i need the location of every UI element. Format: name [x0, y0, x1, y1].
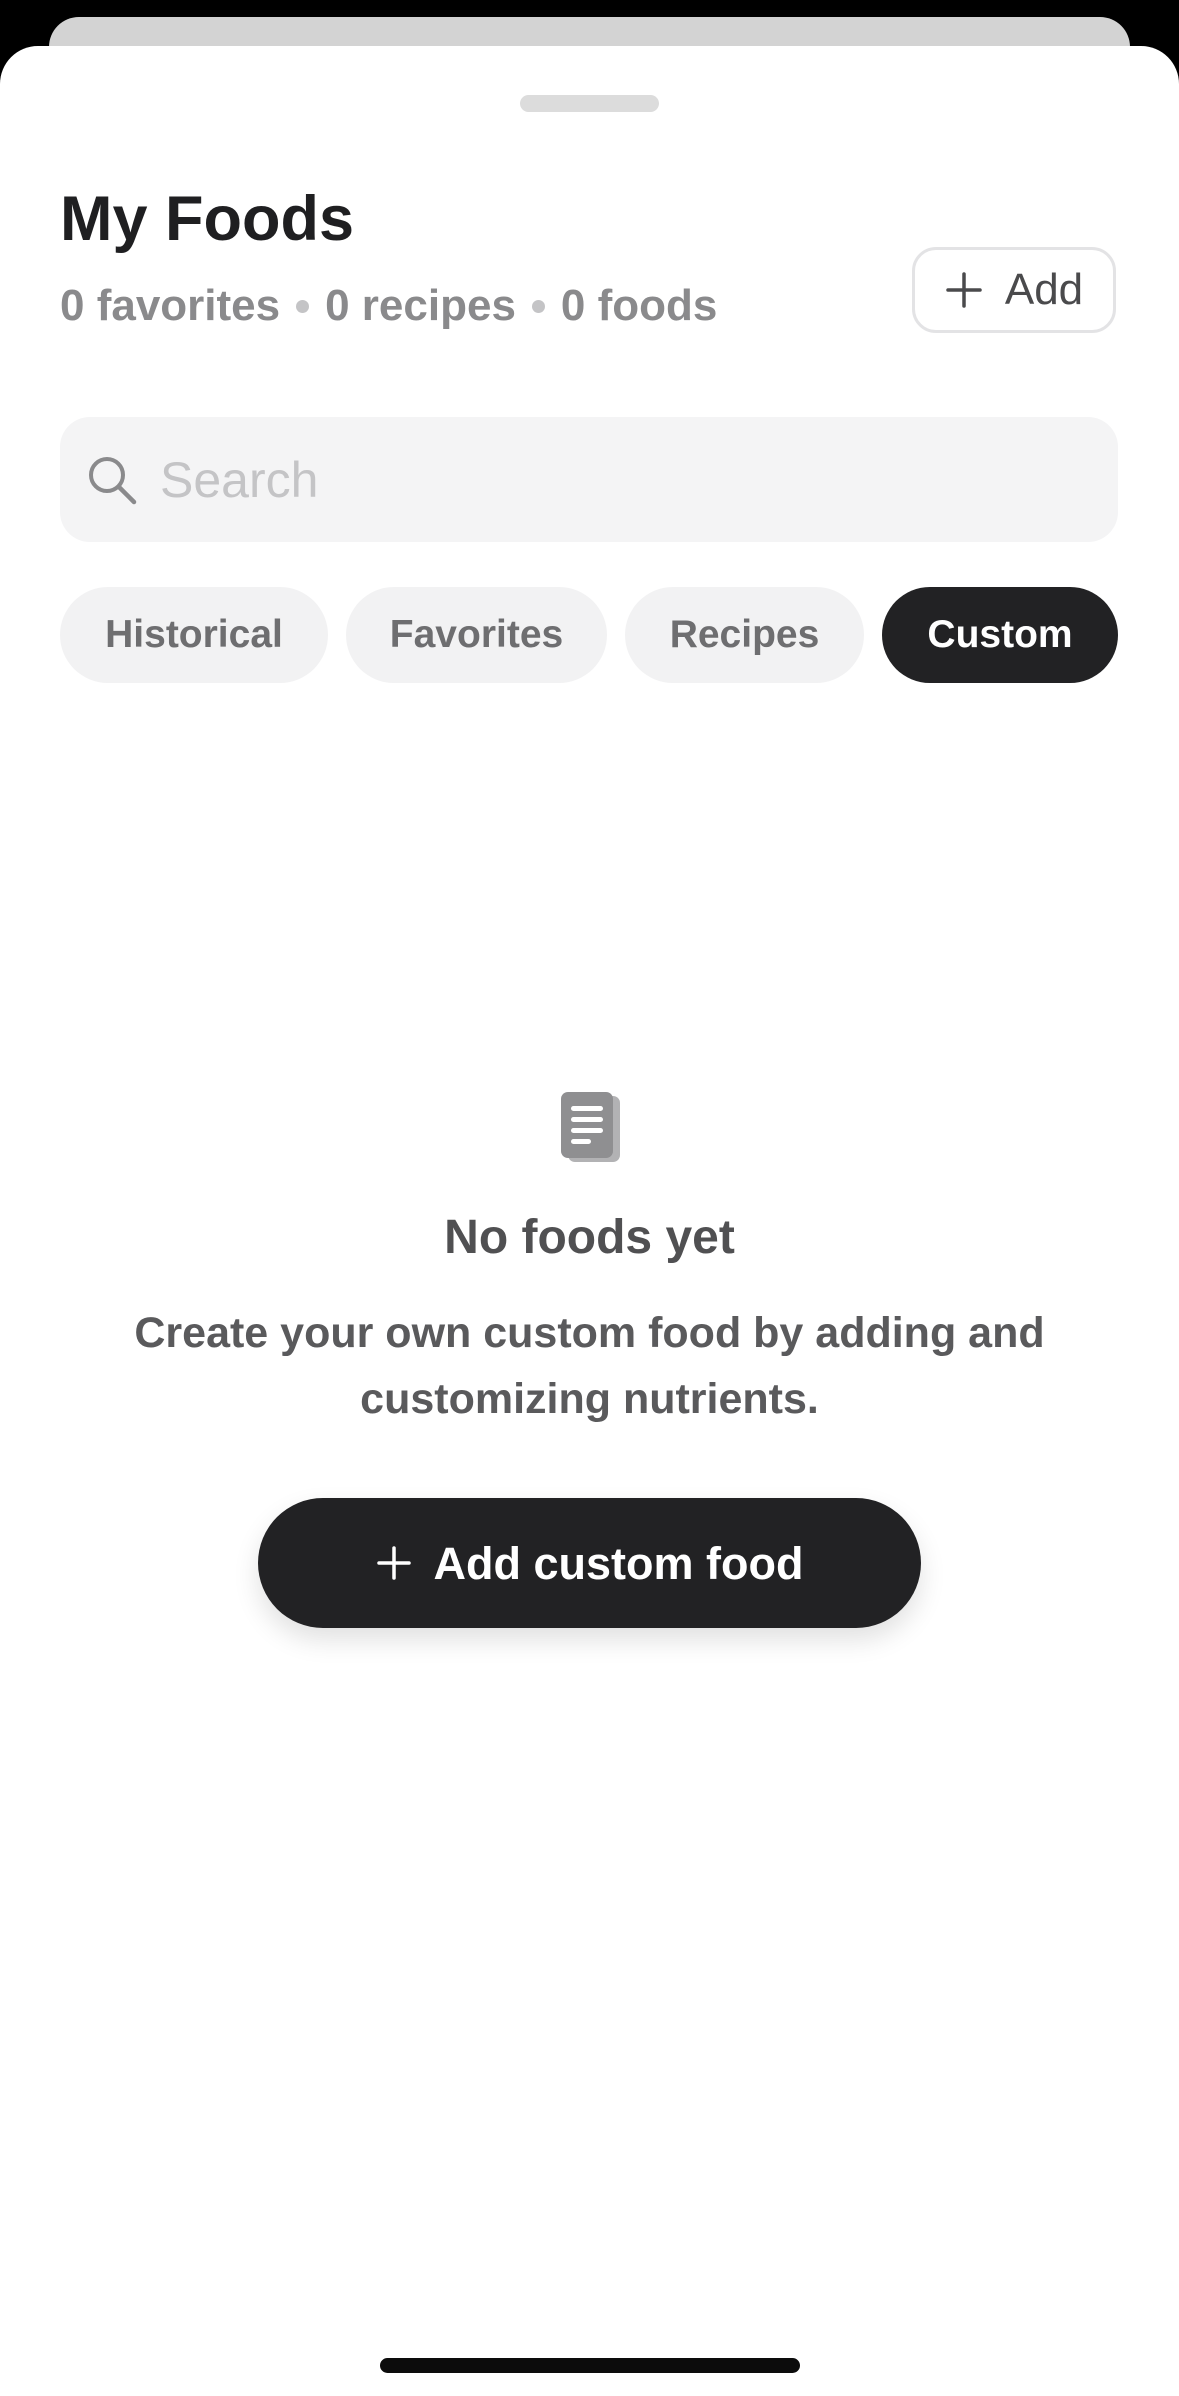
plus-icon: [376, 1545, 412, 1581]
empty-state-title: No foods yet: [444, 1211, 735, 1264]
recipes-count: 0 recipes: [325, 281, 516, 330]
search-icon: [86, 454, 138, 506]
tab-favorites[interactable]: Favorites: [346, 587, 607, 683]
page-title: My Foods: [60, 184, 354, 254]
add-custom-food-label: Add custom food: [433, 1537, 804, 1589]
plus-icon: [945, 271, 983, 309]
add-custom-food-button[interactable]: Add custom food: [258, 1498, 921, 1628]
separator-dot: [531, 299, 545, 313]
add-button-label: Add: [1004, 265, 1084, 314]
empty-state-description: Create your own custom food by adding an…: [134, 1309, 1045, 1423]
foods-count: 0 foods: [560, 281, 718, 330]
home-indicator: [380, 2358, 800, 2373]
filter-tabs: Historical Favorites Recipes Custom: [60, 587, 1118, 683]
separator-dot: [296, 299, 310, 313]
document-icon: [558, 1090, 624, 1166]
tab-custom[interactable]: Custom: [882, 587, 1118, 683]
favorites-count: 0 favorites: [60, 281, 281, 330]
my-foods-sheet: My Foods 0 favorites 0 recipes 0 foods A…: [0, 46, 1179, 2396]
tab-recipes[interactable]: Recipes: [625, 587, 864, 683]
search-bar[interactable]: [60, 417, 1118, 542]
food-counts-summary: 0 favorites 0 recipes 0 foods: [60, 284, 717, 328]
add-button[interactable]: Add: [912, 247, 1116, 333]
tab-historical[interactable]: Historical: [60, 587, 328, 683]
search-input[interactable]: [158, 438, 1062, 521]
sheet-grabber-handle[interactable]: [520, 95, 659, 112]
